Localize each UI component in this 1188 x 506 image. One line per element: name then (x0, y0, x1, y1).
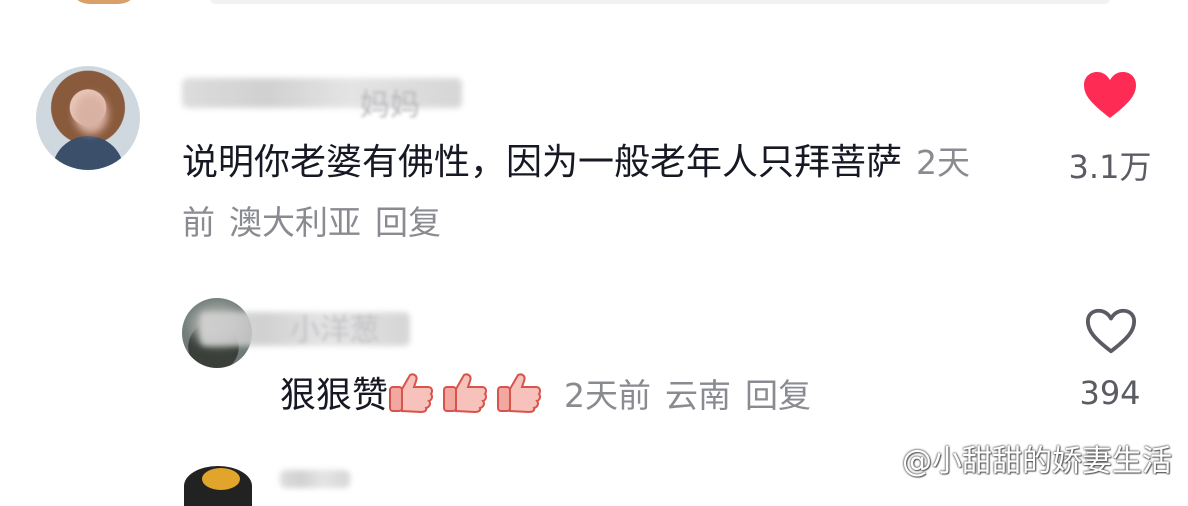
heart-outline-icon[interactable] (1084, 306, 1138, 356)
avatar[interactable] (184, 466, 252, 506)
thumbs-up-emoji-icon (389, 373, 434, 413)
previous-comment-bar (210, 0, 1110, 4)
previous-comment-avatar[interactable] (68, 0, 140, 4)
like-count: 394 (1079, 374, 1141, 412)
reply-button[interactable]: 回复 (375, 203, 441, 242)
avatar-face-blur (74, 94, 108, 134)
comment-time: 2天前 (564, 376, 652, 415)
comment-body: 狠狠赞 2天前 云南 回复 (280, 370, 811, 422)
comment-body: 说明你老婆有佛性，因为一般老年人只拜菩萨 2天前 澳大利亚 回复 (182, 133, 1002, 253)
weibo-icon (856, 449, 894, 477)
avatar-shoulders (52, 136, 124, 170)
username-blurred[interactable] (182, 78, 462, 108)
comment-text: 说明你老婆有佛性，因为一般老年人只拜菩萨 (182, 142, 903, 183)
username-blurred[interactable] (280, 470, 350, 488)
watermark: @小甜甜的娇妻生活 (856, 436, 1172, 480)
username[interactable]: 小洋葱 (290, 305, 380, 349)
watermark-text: @小甜甜的娇妻生活 (902, 444, 1172, 479)
thumbs-up-emoji-icon (497, 373, 542, 413)
comment-location: 云南 (665, 376, 732, 415)
avatar[interactable] (36, 66, 140, 170)
thumbs-up-emoji-icon (443, 373, 488, 413)
comment-text: 狠狠赞 (280, 375, 389, 416)
comment-meta: 2天前 云南 回复 (550, 376, 811, 415)
reply-button[interactable]: 回复 (745, 376, 811, 415)
avatar-detail (202, 468, 240, 490)
comment-location: 澳大利亚 (229, 203, 361, 242)
like-count: 3.1万 (1068, 148, 1152, 186)
username[interactable]: 妈妈 (360, 80, 420, 124)
heart-filled-icon[interactable] (1082, 70, 1138, 120)
